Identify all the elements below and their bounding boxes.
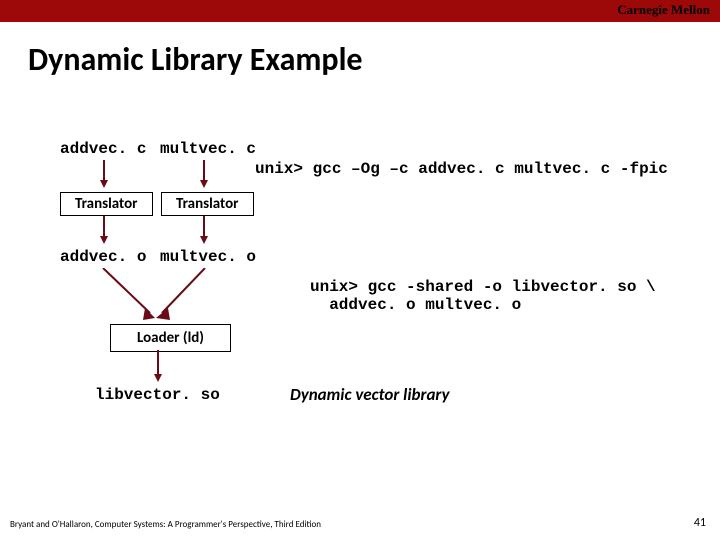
cmd-compile: unix> gcc –Og –c addvec. c multvec. c -f… — [255, 160, 668, 178]
file-libvector-so: libvector. so — [95, 386, 220, 404]
cmd-link-2: addvec. o multvec. o — [310, 296, 521, 314]
file-addvec-o: addvec. o — [60, 248, 146, 266]
arrow-icon — [198, 216, 210, 246]
arrow-icon — [98, 160, 110, 190]
footer-page: 41 — [694, 516, 706, 530]
box-translator-2: Translator — [161, 192, 254, 216]
arrow-icon — [152, 350, 164, 384]
arrow-icon — [98, 216, 110, 246]
box-translator-1: Translator — [60, 192, 153, 216]
org-label: Carnegie Mellon — [617, 2, 710, 18]
diagram: addvec. c multvec. c unix> gcc –Og –c ad… — [0, 120, 720, 480]
file-addvec-c: addvec. c — [60, 140, 146, 158]
file-multvec-c: multvec. c — [160, 140, 256, 158]
header-bar: Carnegie Mellon — [0, 0, 720, 22]
file-multvec-o: multvec. o — [160, 248, 256, 266]
footer-credits: Bryant and O'Hallaron, Computer Systems:… — [10, 519, 321, 530]
cmd-link-1: unix> gcc -shared -o libvector. so \ — [310, 278, 656, 296]
arrow-icon — [198, 160, 210, 190]
note-dynlib: Dynamic vector library — [290, 384, 450, 405]
slide-title: Dynamic Library Example — [28, 40, 720, 79]
box-loader: Loader (ld) — [110, 324, 231, 352]
arrow-icon — [150, 268, 220, 328]
